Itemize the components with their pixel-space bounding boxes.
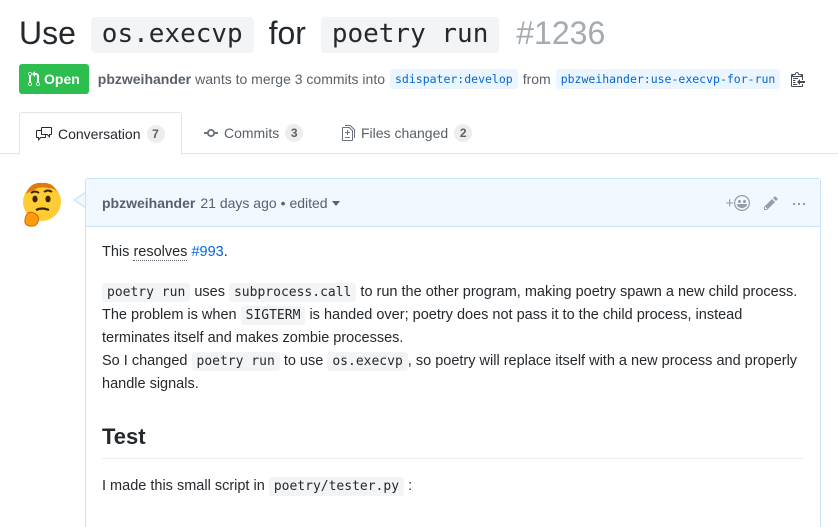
tab-files-changed-count: 2 bbox=[454, 124, 473, 142]
paragraph-problem: The problem is when SIGTERM is handed ov… bbox=[102, 304, 804, 350]
p2-text-2: to run the other program, making poetry … bbox=[360, 284, 798, 300]
status-badge: Open bbox=[19, 64, 89, 94]
issue-link[interactable]: #993 bbox=[191, 244, 223, 260]
clipboard-icon[interactable] bbox=[791, 71, 806, 87]
p5-text-2: : bbox=[408, 478, 413, 494]
add-reaction-button[interactable]: + bbox=[725, 195, 750, 212]
inline-code: poetry run bbox=[102, 283, 191, 302]
pr-meta: Open pbzweihander wants to merge 3 commi… bbox=[19, 64, 806, 94]
inline-code: os.execvp bbox=[327, 352, 408, 371]
pr-number: #1236 bbox=[516, 15, 606, 51]
section-heading-test: Test bbox=[102, 422, 804, 459]
pr-title: Use os.execvp for poetry run #1236 bbox=[19, 12, 605, 55]
p4-text-2: to use bbox=[283, 353, 324, 369]
git-commit-icon bbox=[204, 129, 218, 137]
chevron-down-icon bbox=[331, 200, 340, 206]
p2-text-1: uses bbox=[194, 284, 225, 300]
kebab-menu-icon[interactable] bbox=[792, 195, 806, 211]
comment-body: This resolves #993. poetry run uses subp… bbox=[86, 227, 820, 498]
p3-text-1: The problem is when bbox=[102, 307, 237, 323]
p5-text-1: I made this small script in bbox=[102, 478, 265, 494]
comment-discussion-icon bbox=[36, 126, 52, 141]
tab-commits[interactable]: Commits 3 bbox=[188, 112, 319, 154]
resolves-keyword[interactable]: resolves bbox=[133, 244, 188, 261]
inline-code: poetry run bbox=[191, 352, 280, 371]
pencil-icon[interactable] bbox=[764, 195, 778, 211]
smiley-icon bbox=[734, 195, 750, 211]
title-code-execvp: os.execvp bbox=[90, 17, 254, 53]
tab-conversation-count: 7 bbox=[146, 124, 165, 143]
paragraph-change: So I changed poetry run to use os.execvp… bbox=[102, 350, 804, 396]
comment-actions: + bbox=[725, 179, 806, 227]
comment-author-link[interactable]: pbzweihander bbox=[102, 195, 195, 211]
from-text: from bbox=[522, 71, 551, 87]
inline-code: poetry/tester.py bbox=[268, 477, 405, 496]
edited-dropdown[interactable]: • edited bbox=[281, 195, 340, 211]
comment-box: pbzweihander 21 days ago • edited + This… bbox=[85, 178, 821, 527]
comment-timestamp[interactable]: 21 days ago bbox=[200, 195, 276, 211]
tab-commits-count: 3 bbox=[285, 124, 304, 142]
tab-files-changed-label: Files changed bbox=[361, 125, 449, 141]
add-reaction-plus: + bbox=[725, 194, 734, 212]
title-prefix: Use bbox=[19, 15, 76, 51]
p1-end: . bbox=[223, 244, 228, 260]
base-branch[interactable]: sdispater:develop bbox=[390, 69, 518, 89]
inline-code: SIGTERM bbox=[240, 306, 306, 325]
p1-text: This bbox=[102, 244, 130, 260]
inline-code: subprocess.call bbox=[228, 283, 357, 302]
title-mid: for bbox=[268, 15, 306, 51]
merge-text: wants to merge 3 commits into bbox=[195, 71, 385, 87]
avatar[interactable] bbox=[20, 180, 64, 228]
paragraph-explanation: poetry run uses subprocess.call to run t… bbox=[102, 281, 804, 304]
status-label: Open bbox=[44, 71, 80, 87]
comment-header: pbzweihander 21 days ago • edited + bbox=[86, 179, 820, 227]
paragraph-resolves: This resolves #993. bbox=[102, 241, 804, 264]
title-code-poetry-run: poetry run bbox=[320, 17, 500, 53]
paragraph-script: I made this small script in poetry/teste… bbox=[102, 475, 804, 498]
p4-text-1: So I changed bbox=[102, 353, 188, 369]
tab-conversation-label: Conversation bbox=[58, 125, 141, 142]
file-diff-icon bbox=[342, 125, 355, 141]
tab-files-changed[interactable]: Files changed 2 bbox=[326, 112, 488, 154]
tab-conversation[interactable]: Conversation 7 bbox=[19, 112, 182, 155]
head-branch[interactable]: pbzweihander:use-execvp-for-run bbox=[555, 69, 781, 89]
pull-request-icon bbox=[28, 71, 40, 87]
pr-tabs: Conversation 7 Commits 3 Files changed 2 bbox=[0, 112, 838, 155]
edited-label: • edited bbox=[280, 194, 328, 211]
tab-commits-label: Commits bbox=[224, 125, 280, 141]
pr-author-link[interactable]: pbzweihander bbox=[98, 71, 191, 87]
